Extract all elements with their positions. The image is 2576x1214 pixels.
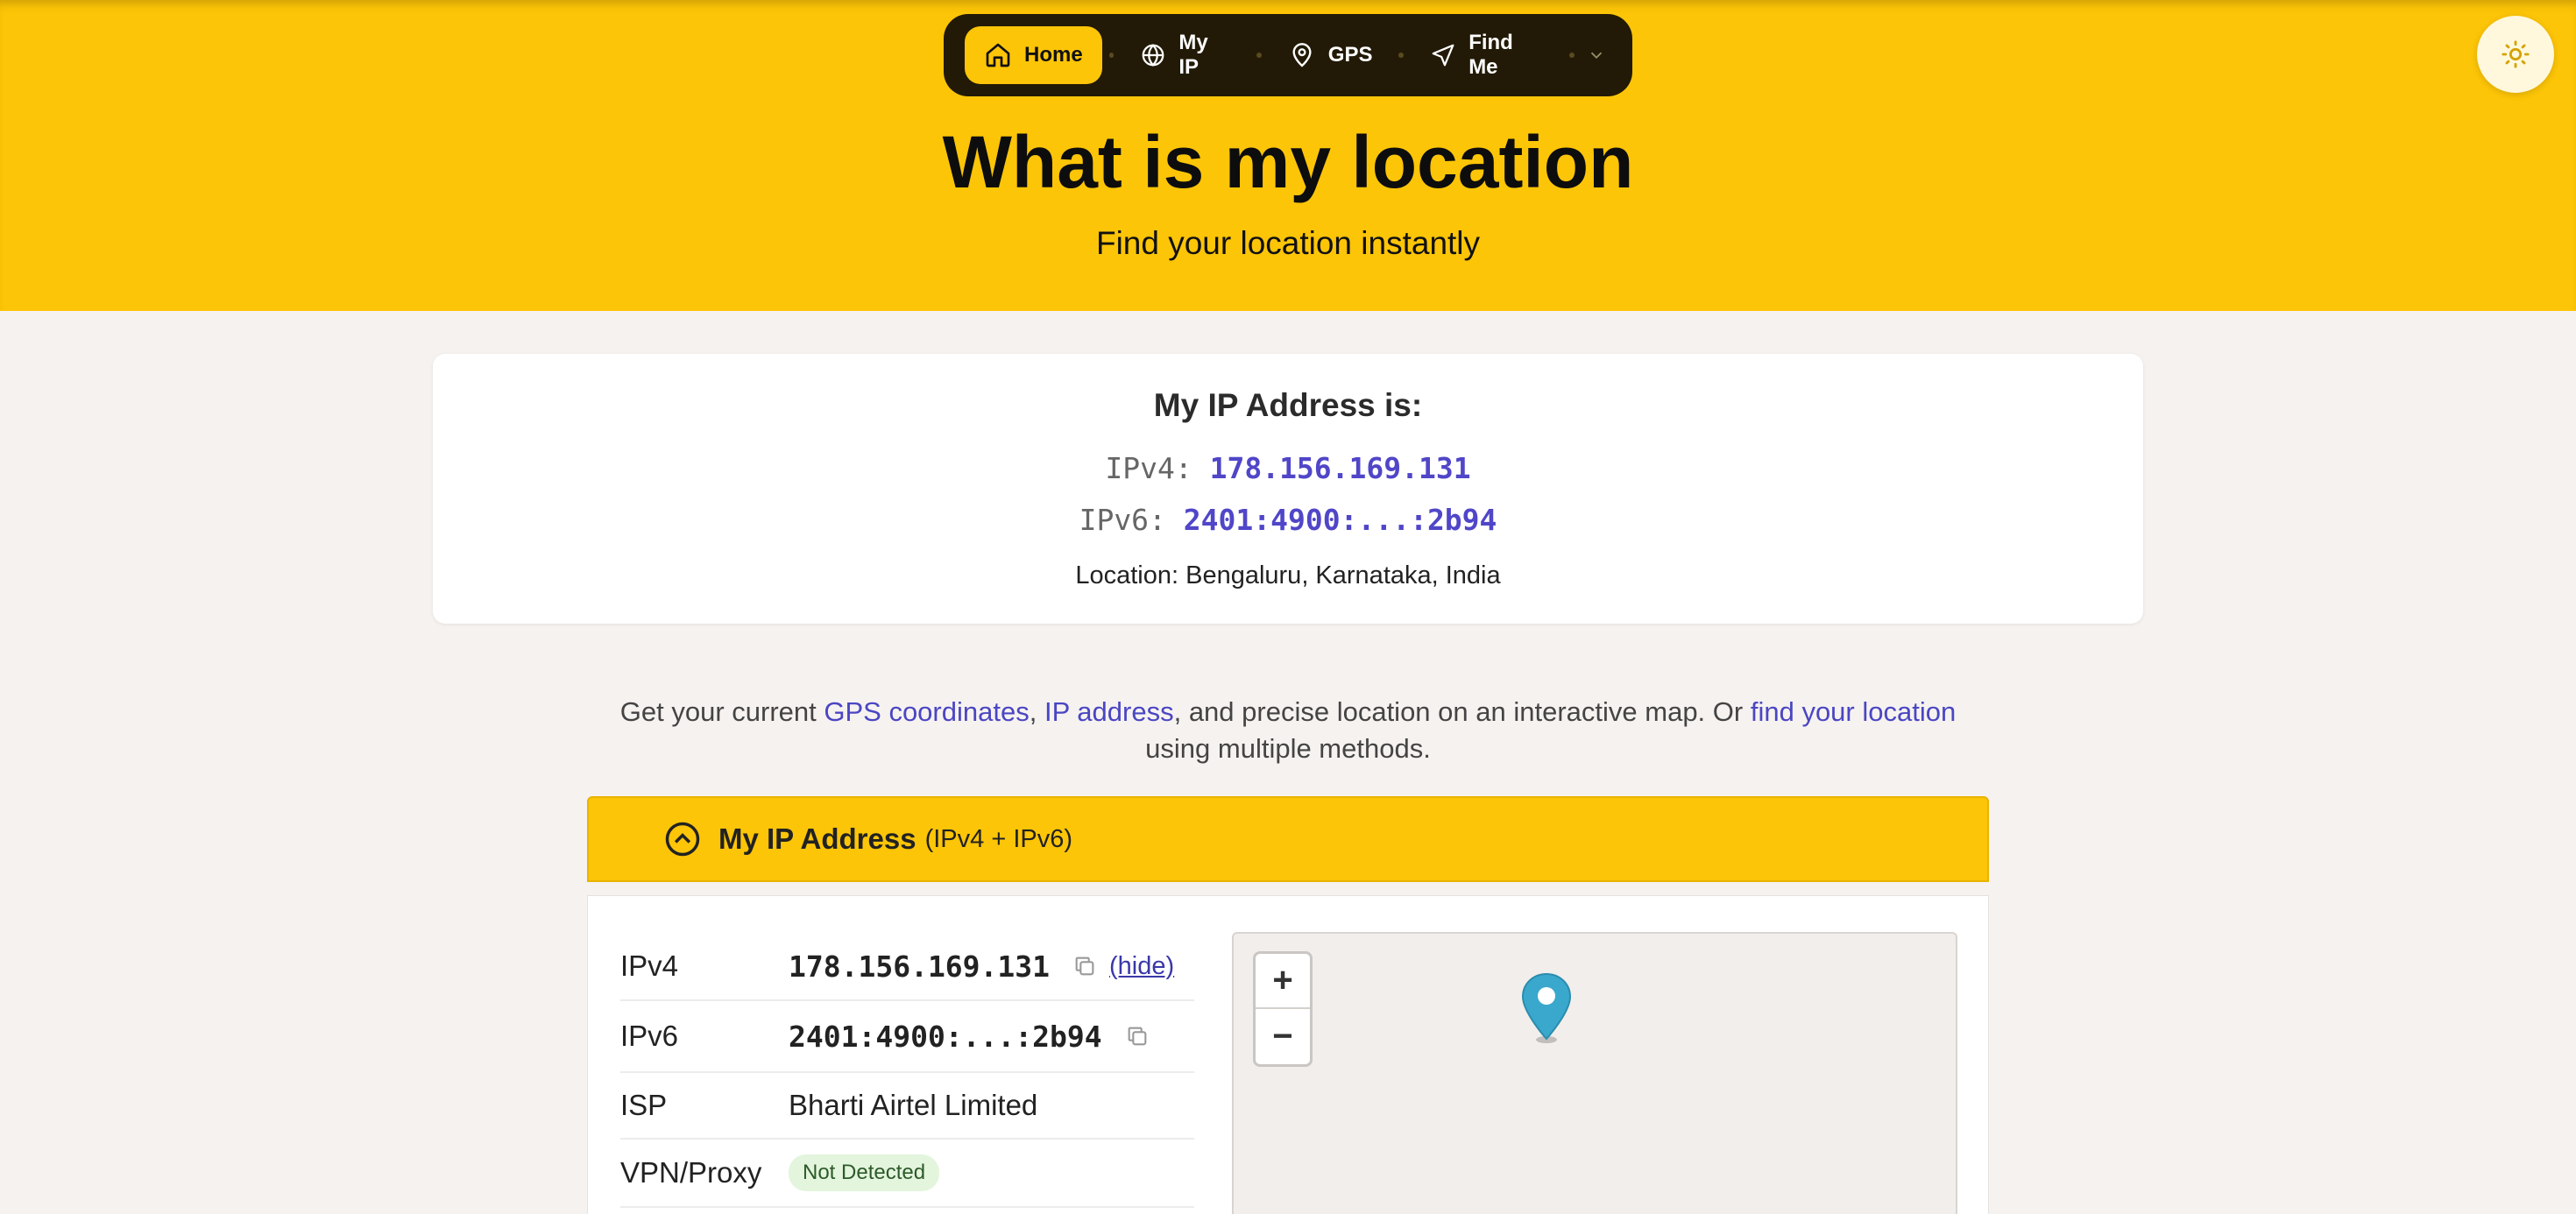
chevron-down-icon: [1590, 52, 1603, 60]
isp-label: ISP: [620, 1089, 668, 1121]
ip-address-link[interactable]: IP address: [1044, 696, 1174, 727]
nav-label-home: Home: [1024, 43, 1083, 67]
intro-prefix: Get your current: [619, 696, 824, 727]
location-summary: Location: Bengaluru, Karnataka, India: [1075, 561, 1501, 589]
my-ip-accordion-header[interactable]: My IP Address (IPv4 + IPv6): [587, 796, 1989, 882]
sun-icon: [2502, 40, 2530, 68]
nav-item-my-ip[interactable]: My IP: [1121, 26, 1249, 84]
chevron-up-circle-icon: [665, 822, 700, 857]
ipv4-summary: IPv4: 178.156.169.131: [0, 451, 2576, 485]
ipv4-summary-value[interactable]: 178.156.169.131: [1210, 451, 1471, 485]
ipv4-label: IPv4: [620, 949, 679, 982]
find-location-link[interactable]: find your location: [1751, 696, 1956, 727]
intro-sep: ,: [1029, 696, 1044, 727]
ipv6-value: 2401:4900:...:2b94: [789, 1019, 1102, 1054]
copy-icon[interactable]: [1125, 1024, 1150, 1048]
ip-card-title: My IP Address is:: [1153, 387, 1423, 423]
accordion-subtitle: (IPv4 + IPv6): [924, 824, 1073, 853]
gps-coordinates-link[interactable]: GPS coordinates: [824, 696, 1029, 727]
ipv4-value: 178.156.169.131: [789, 949, 1051, 984]
intro-suffix: using multiple methods.: [1145, 733, 1431, 764]
accordion-title: My IP Address: [718, 822, 916, 855]
nav-separator: [1569, 53, 1575, 58]
nav-item-home[interactable]: Home: [965, 26, 1102, 84]
ipv4-summary-label: IPv4:: [1105, 451, 1192, 485]
nav-item-find-me[interactable]: Find Me: [1411, 26, 1562, 84]
nav-more-button[interactable]: [1582, 46, 1611, 65]
table-row-ipv4: IPv4 178.156.169.131 (hide): [620, 933, 1194, 1001]
navigation-icon: [1432, 44, 1454, 67]
globe-icon: [1142, 44, 1164, 67]
nav-separator: [1256, 53, 1262, 58]
nav-separator: [1398, 53, 1405, 58]
vpn-label: VPN/Proxy: [620, 1156, 762, 1189]
table-row-ipv6: IPv6 2401:4900:...:2b94: [620, 1001, 1194, 1073]
zoom-out-button[interactable]: −: [1256, 1009, 1310, 1064]
top-nav: Home My IP GPS Find Me: [944, 14, 1632, 96]
nav-label-my-ip: My IP: [1178, 31, 1208, 79]
nav-item-gps[interactable]: GPS: [1269, 26, 1392, 84]
intro-text: Get your current GPS coordinates, IP add…: [613, 694, 1963, 767]
isp-value: Bharti Airtel Limited: [789, 1089, 1038, 1121]
page-subtitle: Find your location instantly: [1095, 225, 1481, 261]
ipv6-summary-label: IPv6:: [1079, 503, 1166, 537]
theme-toggle-button[interactable]: [2477, 16, 2554, 93]
map-zoom-control: + −: [1253, 951, 1313, 1067]
map-pin-icon: [1292, 43, 1312, 67]
location-map[interactable]: + −: [1232, 932, 1957, 1214]
ipv6-label: IPv6: [620, 1020, 679, 1052]
ipv6-summary: IPv6: 2401:4900:...:2b94: [0, 503, 2576, 537]
home-icon: [986, 43, 1010, 67]
hide-ipv4-link[interactable]: (hide): [1109, 952, 1174, 981]
table-row-vpn: VPN/Proxy Not Detected: [620, 1140, 1194, 1208]
page-title: What is my location: [942, 121, 1634, 203]
nav-label-find-me: Find Me: [1468, 31, 1513, 79]
zoom-in-button[interactable]: +: [1256, 954, 1310, 1009]
intro-middle: , and precise location on an interactive…: [1173, 696, 1751, 727]
table-row-isp: ISP Bharti Airtel Limited: [620, 1073, 1194, 1140]
map-marker-icon[interactable]: [1519, 972, 1574, 1044]
copy-icon[interactable]: [1072, 954, 1097, 978]
vpn-status-badge: Not Detected: [789, 1154, 940, 1191]
nav-label-gps: GPS: [1327, 43, 1373, 67]
nav-separator: [1108, 53, 1115, 58]
ipv6-summary-value[interactable]: 2401:4900:...:2b94: [1184, 503, 1497, 537]
hero-banner: Home My IP GPS Find Me What is my locati…: [0, 0, 2576, 311]
